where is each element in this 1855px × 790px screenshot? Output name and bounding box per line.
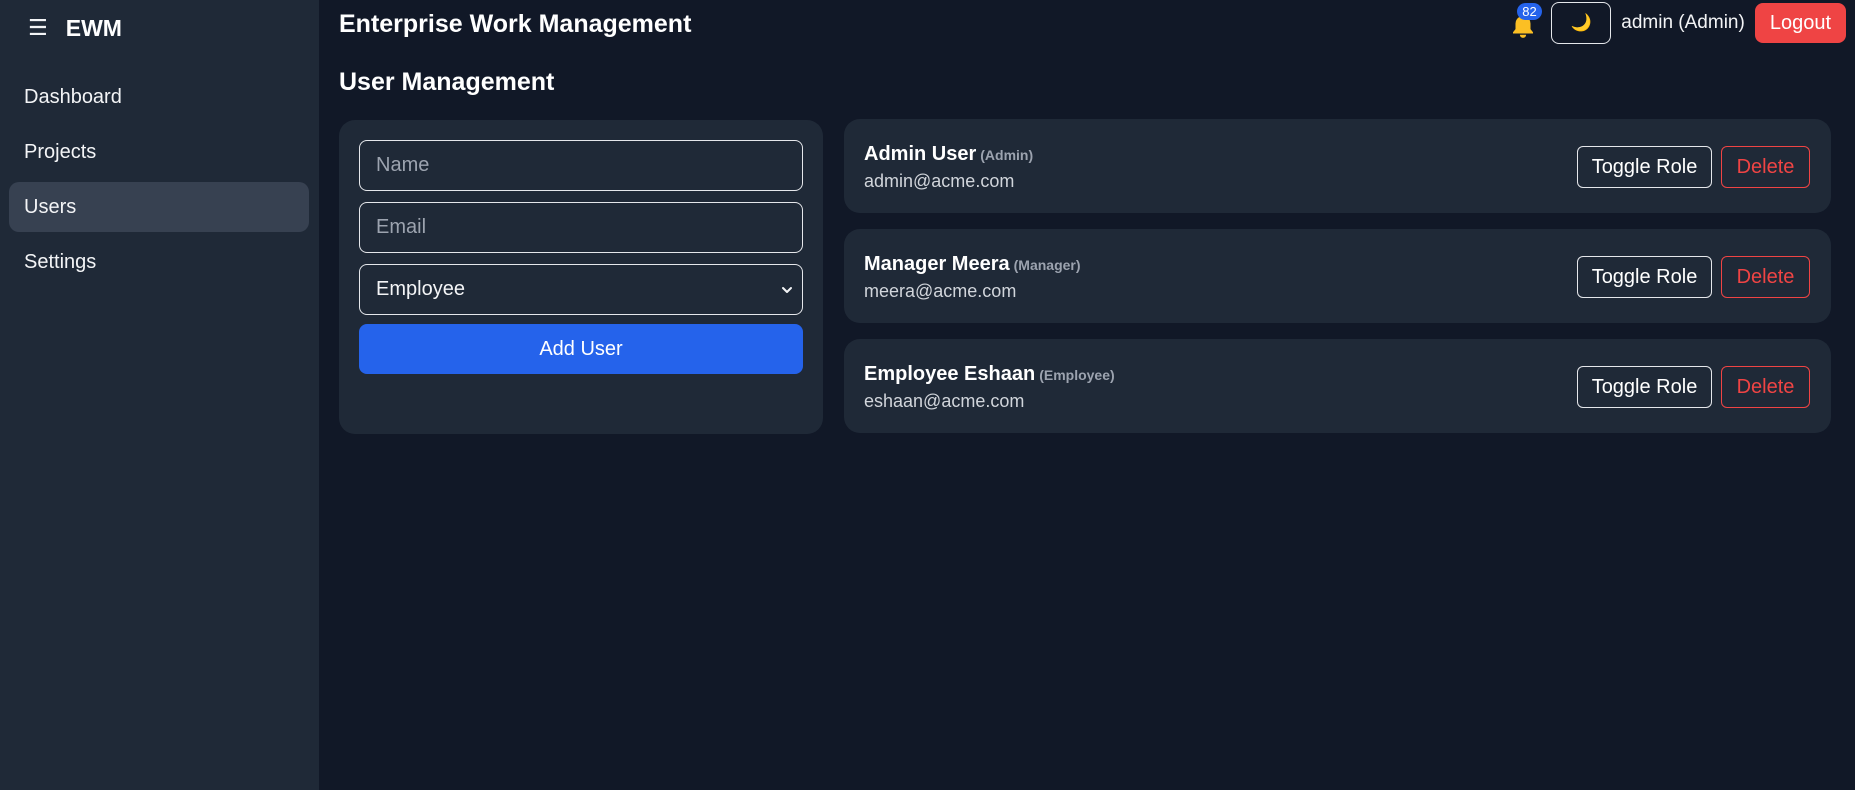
app-title: Enterprise Work Management	[339, 10, 692, 38]
user-role: (Manager)	[1013, 257, 1081, 273]
role-select-value: Employee	[376, 278, 465, 300]
sidebar-item-dashboard[interactable]: Dashboard	[9, 72, 309, 122]
user-name: Employee Eshaan	[864, 363, 1036, 385]
main-content: Enterprise Work Management 82 🌙 admin (A…	[319, 0, 1855, 790]
user-name-row: Employee Eshaan (Employee)	[864, 363, 1115, 386]
user-role: (Admin)	[980, 147, 1034, 163]
user-card: Admin User (Admin) admin@acme.com Toggle …	[844, 119, 1831, 213]
delete-user-button[interactable]: Delete	[1721, 146, 1810, 188]
theme-toggle-button[interactable]: 🌙	[1551, 2, 1612, 44]
user-name-row: Admin User (Admin)	[864, 143, 1033, 166]
sidebar-item-projects[interactable]: Projects	[9, 127, 309, 177]
topbar-actions: 82 🌙 admin (Admin) Logout	[1505, 2, 1846, 44]
user-email: eshaan@acme.com	[864, 391, 1025, 411]
sidebar-item-users[interactable]: Users	[9, 182, 309, 232]
user-card: Manager Meera (Manager) meera@acme.com To…	[844, 229, 1831, 323]
notification-count-badge: 82	[1517, 3, 1542, 20]
user-email: meera@acme.com	[864, 281, 1017, 301]
add-user-form: Name Email Employee Add User	[339, 120, 823, 434]
email-input[interactable]: Email	[359, 202, 803, 253]
notifications-button[interactable]: 82	[1505, 3, 1542, 41]
page-title: User Management	[339, 68, 555, 96]
toggle-role-button[interactable]: Toggle Role	[1577, 366, 1712, 408]
user-name-row: Manager Meera (Manager)	[864, 253, 1081, 276]
logout-button[interactable]: Logout	[1754, 3, 1846, 43]
chevron-down-icon	[782, 286, 792, 293]
name-input[interactable]: Name	[359, 140, 803, 191]
add-user-button[interactable]: Add User	[359, 324, 803, 374]
role-select[interactable]: Employee	[359, 264, 803, 315]
delete-user-button[interactable]: Delete	[1721, 256, 1810, 298]
toggle-role-button[interactable]: Toggle Role	[1577, 146, 1712, 188]
sidebar-item-settings[interactable]: Settings	[9, 237, 309, 287]
brand-name: EWM	[65, 14, 122, 41]
moon-icon: 🌙	[1570, 13, 1592, 32]
brand: ☰ EWM	[28, 12, 122, 44]
user-name: Manager Meera	[864, 253, 1010, 275]
user-role: (Employee)	[1039, 367, 1115, 383]
toggle-role-button[interactable]: Toggle Role	[1577, 256, 1712, 298]
user-email: admin@acme.com	[864, 171, 1015, 191]
user-name: Admin User	[864, 143, 977, 165]
sidebar-nav: Dashboard Projects Users Settings	[9, 72, 309, 292]
user-card: Employee Eshaan (Employee) eshaan@acme.co…	[844, 339, 1831, 433]
current-user-label: admin (Admin)	[1621, 12, 1745, 33]
menu-icon[interactable]: ☰	[28, 17, 48, 39]
sidebar: ☰ EWM Dashboard Projects Users Settings	[0, 0, 319, 790]
delete-user-button[interactable]: Delete	[1721, 366, 1810, 408]
